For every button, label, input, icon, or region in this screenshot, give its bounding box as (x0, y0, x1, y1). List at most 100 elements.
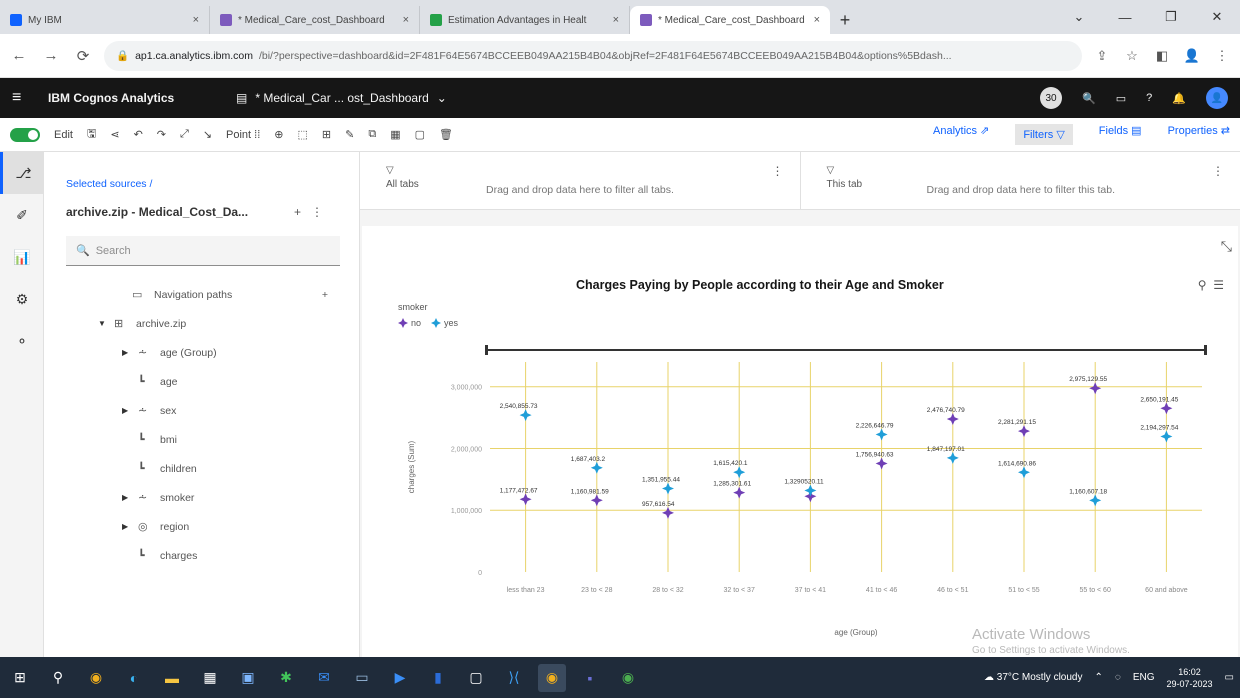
assistant-icon[interactable]: ⚬ (0, 320, 44, 362)
minimize-icon[interactable]: — (1102, 0, 1148, 34)
url-field[interactable]: 🔒 ap1.ca.analytics.ibm.com/bi/?perspecti… (104, 40, 1082, 71)
tree-item[interactable]: ▶ ⩪ sex (98, 396, 358, 425)
close-tab-icon[interactable]: × (613, 14, 619, 26)
teams-icon[interactable]: ▪ (576, 664, 604, 692)
share-icon[interactable]: ⋖ (110, 128, 119, 141)
tree-item[interactable]: ▼ ⊞ archive.zip (98, 309, 358, 338)
bookmark-star-icon[interactable]: ☆ (1122, 48, 1142, 64)
analytics-button[interactable]: Analytics ⇗ (933, 124, 989, 145)
expand-toggle-icon[interactable]: ▶ (122, 348, 132, 357)
all-tabs-filter-zone[interactable]: ▽ All tabs Drag and drop data here to fil… (360, 152, 800, 209)
vscode-icon[interactable]: ⟩⟨ (500, 664, 528, 692)
profile-icon[interactable]: 👤 (1182, 48, 1202, 64)
close-window-icon[interactable]: ✕ (1194, 0, 1240, 34)
app-icon[interactable]: ▢ (462, 664, 490, 692)
anaconda-icon[interactable]: ✱ (272, 664, 300, 692)
tree-item[interactable]: ▶ ⩪ smoker (98, 483, 358, 512)
forward-icon[interactable]: → (40, 47, 62, 64)
chat-icon[interactable]: ▭ (1116, 92, 1126, 105)
filters-button[interactable]: Filters ▽ (1015, 124, 1073, 145)
kebab-icon[interactable]: ⋮ (772, 164, 784, 178)
word-icon[interactable]: ▮ (424, 664, 452, 692)
tree-item[interactable]: ┗ charges (98, 541, 358, 570)
sources-icon[interactable]: ⎇ (0, 152, 44, 194)
kebab-icon[interactable]: ⋮ (1212, 164, 1224, 178)
source-actions[interactable]: + ⋮ (294, 205, 323, 219)
close-tab-icon[interactable]: × (814, 14, 820, 26)
fields-button[interactable]: Fields ▤ (1099, 124, 1142, 145)
start-icon[interactable]: ⊞ (6, 664, 34, 692)
this-tab-filter-zone[interactable]: ▽ This tab Drag and drop data here to fil… (799, 152, 1240, 209)
close-tab-icon[interactable]: × (193, 14, 199, 26)
pin-icon[interactable]: ✎ (345, 128, 354, 141)
arrange-icon[interactable]: ▦ (390, 128, 400, 141)
expand-toggle-icon[interactable]: ▶ (122, 522, 132, 531)
layout-icon[interactable]: ▢ (415, 128, 425, 141)
visualization-type-button[interactable]: Point ⁞⁞ (226, 129, 260, 141)
browser-menu-icon[interactable]: ⋮ (1212, 48, 1232, 64)
pin-icon[interactable]: ✐ (0, 194, 44, 236)
photos-icon[interactable]: ▣ (234, 664, 262, 692)
tree-item[interactable]: ▶ ◎ region (98, 512, 358, 541)
store-icon[interactable]: ▶ (386, 664, 414, 692)
edge-icon[interactable]: ◐ (120, 664, 148, 692)
undo-icon[interactable]: ↶ (134, 128, 143, 141)
new-tab-button[interactable]: + (830, 6, 860, 34)
tree-item[interactable]: ▶ ⩪ age (Group) (98, 338, 358, 367)
hamburger-menu-icon[interactable]: ≡ (12, 89, 48, 107)
redo-icon[interactable]: ↷ (157, 128, 166, 141)
table-icon[interactable]: ⊞ (322, 128, 331, 141)
expand-toggle-icon[interactable]: ▼ (98, 319, 108, 328)
add-icon[interactable]: + (322, 289, 328, 301)
frame-icon[interactable]: ⬚ (298, 128, 308, 141)
browser-tab[interactable]: Estimation Advantages in Healt × (420, 6, 630, 34)
document-title[interactable]: * Medical_Car ... ost_Dashboard (255, 91, 428, 105)
copy-icon[interactable]: ⧉ (368, 128, 376, 141)
share-icon[interactable]: ⇪ (1092, 48, 1112, 64)
search-icon[interactable]: ⚲ (44, 664, 72, 692)
browser-tab[interactable]: * Medical_Care_cost_Dashboard × (630, 6, 830, 34)
save-icon[interactable]: 🖫 (87, 125, 96, 144)
restore-icon[interactable]: ❐ (1148, 0, 1194, 34)
search-icon[interactable]: 🔍 (1082, 92, 1096, 105)
notifications-icon[interactable]: ▭ (1225, 672, 1234, 683)
close-tab-icon[interactable]: × (403, 14, 409, 26)
notification-icon[interactable]: 🔔 (1172, 92, 1186, 105)
source-name[interactable]: archive.zip - Medical_Cost_Da... (66, 205, 248, 219)
expand-toggle-icon[interactable]: ▶ (122, 493, 132, 502)
user-avatar-icon[interactable]: 👤 (1206, 87, 1228, 109)
back-icon[interactable]: ← (8, 47, 30, 64)
drill-icon[interactable]: ↘ (203, 128, 212, 141)
language[interactable]: ENG (1133, 672, 1155, 683)
network-icon[interactable]: ◌ (1115, 672, 1121, 683)
tree-item[interactable]: ┗ age (98, 367, 358, 396)
terminal-icon[interactable]: ▭ (348, 664, 376, 692)
expand-toggle-icon[interactable]: ▶ (122, 406, 132, 415)
reload-icon[interactable]: ⟳ (72, 47, 94, 65)
chart-card[interactable]: ⤡ Charges Paying by People according to … (362, 226, 1238, 657)
mail-icon[interactable]: ✉ (310, 664, 338, 692)
help-icon[interactable]: ? (1146, 92, 1152, 104)
tray-chevron-icon[interactable]: ⌃ (1094, 672, 1102, 683)
properties-button[interactable]: Properties ⇄ (1168, 124, 1230, 145)
clock[interactable]: 16:02 29-07-2023 (1167, 666, 1213, 690)
avatar-badge[interactable]: 30 (1040, 87, 1063, 109)
search-field[interactable]: 🔍 Search (66, 236, 340, 266)
tree-item[interactable]: ▭ Navigation paths + (98, 280, 358, 309)
chrome-icon[interactable]: ◉ (82, 664, 110, 692)
browser-tab[interactable]: * Medical_Care_cost_Dashboard × (210, 6, 420, 34)
tree-item[interactable]: ┗ children (98, 454, 358, 483)
expand-icon[interactable]: ⤢ (180, 128, 189, 141)
tab-search-icon[interactable]: ⌄ (1056, 0, 1102, 34)
calculator-icon[interactable]: ▦ (196, 664, 224, 692)
file-explorer-icon[interactable]: ▬ (158, 664, 186, 692)
globe-icon[interactable]: ⊕ (274, 128, 283, 141)
weather[interactable]: ☁ 37°C Mostly cloudy (984, 672, 1082, 683)
chrome-alt-icon[interactable]: ◉ (614, 664, 642, 692)
browser-tab[interactable]: My IBM × (0, 6, 210, 34)
breadcrumb[interactable]: Selected sources / (66, 178, 152, 190)
chrome-active-icon[interactable]: ◉ (538, 663, 566, 692)
sidebar-icon[interactable]: ◧ (1152, 48, 1172, 64)
chevron-down-icon[interactable]: ⌄ (437, 91, 447, 105)
widgets-icon[interactable]: ⚙ (0, 278, 44, 320)
